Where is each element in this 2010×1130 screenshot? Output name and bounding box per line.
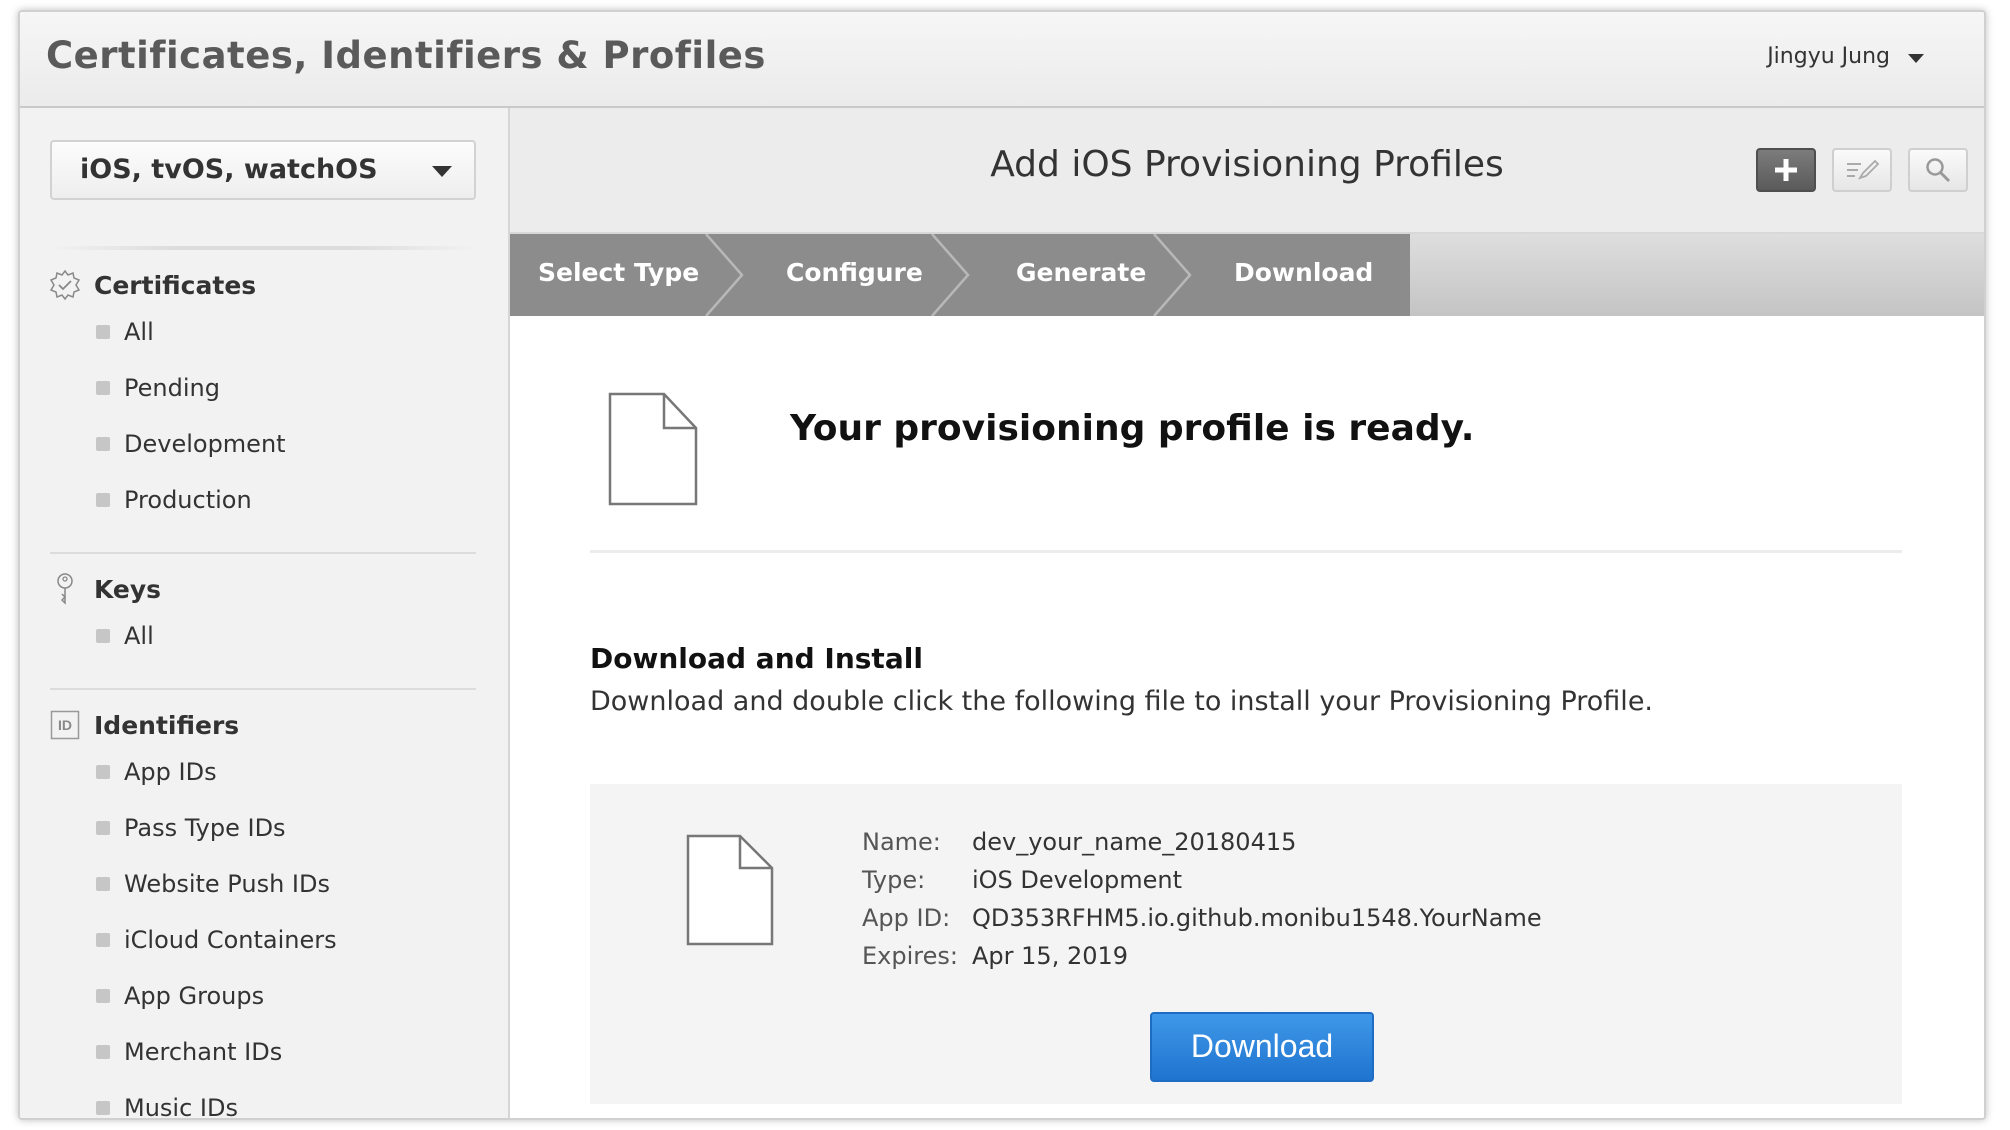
sidebar-item-pass-type-ids[interactable]: Pass Type IDs [96, 814, 286, 842]
profile-expires-label: Expires: [862, 942, 958, 970]
sidebar-item-label: All [124, 318, 154, 346]
sidebar-item-development[interactable]: Development [96, 430, 286, 458]
sidebar-item-production[interactable]: Production [96, 486, 252, 514]
section-title: Identifiers [94, 710, 240, 740]
sidebar-item-label: Website Push IDs [124, 870, 330, 898]
bullet-icon [96, 381, 110, 395]
sidebar-item-label: Production [124, 486, 252, 514]
add-icon [1775, 159, 1797, 181]
profile-document-icon [686, 834, 776, 950]
app-title: Certificates, Identifiers & Profiles [46, 34, 766, 77]
step-generate: Generate [1016, 258, 1147, 287]
svg-text:ID: ID [58, 717, 72, 733]
step-chevron-icon [1153, 234, 1192, 316]
sidebar-item-label: App IDs [124, 758, 217, 786]
id-icon: ID [50, 710, 80, 740]
section-keys[interactable]: Keys [50, 573, 162, 605]
bullet-icon [96, 1101, 110, 1115]
sidebar-divider [50, 688, 476, 690]
window-frame: Certificates, Identifiers & Profiles Jin… [18, 10, 1986, 1120]
profile-type-value: iOS Development [972, 866, 1182, 894]
user-name: Jingyu Jung [1767, 44, 1890, 69]
search-icon [1926, 158, 1951, 183]
sidebar-divider [50, 552, 476, 554]
bullet-icon [96, 629, 110, 643]
platform-select[interactable]: iOS, tvOS, watchOS [50, 140, 476, 200]
bullet-icon [96, 821, 110, 835]
profile-app-id-value: QD353RFHM5.io.github.monibu1548.YourName [972, 904, 1542, 932]
profile-name-value: dev_your_name_20180415 [972, 828, 1297, 856]
edit-icon [1847, 159, 1880, 180]
sidebar-item-app-groups[interactable]: App Groups [96, 982, 264, 1010]
step-select-type: Select Type [538, 258, 700, 287]
download-description: Download and double click the following … [590, 686, 1654, 717]
sidebar-item-label: Merchant IDs [124, 1038, 283, 1066]
sidebar-item-app-ids[interactable]: App IDs [96, 758, 217, 786]
main-header: Add iOS Provisioning Profiles [510, 108, 1984, 234]
download-button[interactable]: Download [1150, 1012, 1374, 1082]
step-chevron-icon [705, 234, 744, 316]
sidebar-item-label: Music IDs [124, 1094, 238, 1120]
top-header: Certificates, Identifiers & Profiles Jin… [20, 12, 1984, 108]
sidebar-item-merchant-ids[interactable]: Merchant IDs [96, 1038, 282, 1066]
section-title: Keys [94, 574, 162, 604]
bullet-icon [96, 325, 110, 339]
key-icon [50, 573, 80, 605]
certificate-badge-icon [50, 270, 80, 300]
bullet-icon [96, 1045, 110, 1059]
step-configure: Configure [786, 258, 923, 287]
sidebar-item-label: Pending [124, 374, 220, 402]
user-menu[interactable]: Jingyu Jung [1767, 44, 1924, 69]
add-button[interactable] [1756, 148, 1816, 192]
profile-name-label: Name: [862, 828, 941, 856]
bullet-icon [96, 765, 110, 779]
chevron-down-icon [1908, 54, 1924, 63]
bullet-icon [96, 437, 110, 451]
wizard-steps: Select Type Configure Generate Download [510, 234, 1984, 316]
sidebar-item-label: iCloud Containers [124, 926, 337, 954]
sidebar-item-label: Pass Type IDs [124, 814, 286, 842]
section-certificates[interactable]: Certificates [50, 270, 256, 300]
chevron-down-icon [432, 166, 452, 177]
main-content: Add iOS Provisioning Profiles Select Typ… [510, 108, 1984, 1118]
sidebar-item-music-ids[interactable]: Music IDs [96, 1094, 238, 1120]
sidebar-item-pending[interactable]: Pending [96, 374, 220, 402]
bullet-icon [96, 493, 110, 507]
section-title: Certificates [94, 270, 257, 300]
sidebar-item-icloud-containers[interactable]: iCloud Containers [96, 926, 337, 954]
profile-file-card: Name: dev_your_name_20180415 Type: iOS D… [590, 784, 1902, 1104]
bullet-icon [96, 877, 110, 891]
sidebar: iOS, tvOS, watchOS Certificates All Pend… [20, 108, 510, 1118]
step-chevron-icon [931, 234, 970, 316]
sidebar-item-website-push-ids[interactable]: Website Push IDs [96, 870, 330, 898]
step-download: Download [1234, 258, 1374, 287]
sidebar-item-certificates-all[interactable]: All [96, 318, 154, 346]
bullet-icon [96, 989, 110, 1003]
download-heading: Download and Install [590, 642, 923, 675]
bullet-icon [96, 933, 110, 947]
platform-select-label: iOS, tvOS, watchOS [80, 154, 378, 185]
edit-button[interactable] [1832, 148, 1892, 192]
ready-message: Your provisioning profile is ready. [790, 408, 1475, 449]
profile-expires-value: Apr 15, 2019 [972, 942, 1129, 970]
document-icon [608, 392, 700, 510]
sidebar-item-label: All [124, 622, 154, 650]
profile-type-label: Type: [862, 866, 926, 894]
profile-app-id-label: App ID: [862, 904, 951, 932]
sidebar-item-label: App Groups [124, 982, 265, 1010]
content-divider [590, 550, 1902, 553]
section-identifiers[interactable]: ID Identifiers [50, 710, 239, 740]
sidebar-item-label: Development [124, 430, 286, 458]
search-button[interactable] [1908, 148, 1968, 192]
sidebar-item-keys-all[interactable]: All [96, 622, 154, 650]
sidebar-divider [50, 246, 476, 250]
